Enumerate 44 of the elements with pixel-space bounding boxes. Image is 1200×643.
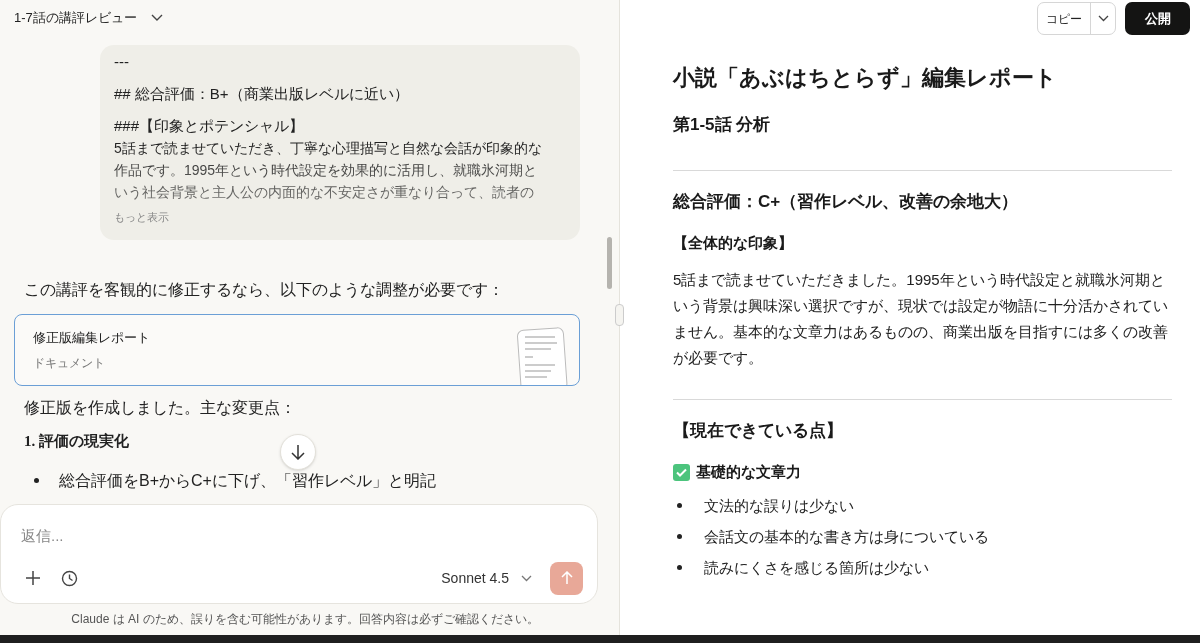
model-selector[interactable]: Sonnet 4.5 — [441, 567, 532, 589]
list-item: 文法的な誤りは少ない — [704, 495, 854, 516]
disclaimer-text: Claude は AI のため、誤りを含む可能性があります。回答内容は必ずご確認ください。 — [71, 611, 539, 628]
item-heading: 基礎的な文章力 — [696, 462, 801, 482]
publish-button[interactable]: 公開 — [1125, 2, 1190, 35]
bullet-icon — [34, 478, 39, 483]
bullet-icon — [677, 565, 682, 570]
message-text: ###【印象とポテンシャル】 — [114, 116, 306, 136]
check-icon — [673, 463, 690, 481]
artifact-title: 修正版編集レポート — [33, 329, 150, 348]
assistant-text: この講評を客観的に修正するなら、以下のような調整が必要です： — [24, 280, 505, 300]
artifact-card[interactable]: 修正版編集レポート ドキュメント — [14, 314, 580, 386]
document-title: 小説「あぶはちとらず」編集レポート — [673, 64, 1058, 92]
section-heading: 総合評価：C+（習作レベル、改善の余地大） — [673, 190, 1020, 213]
chevron-down-icon — [1097, 15, 1109, 22]
conversation-title[interactable]: 1-7話の講評レビュー — [14, 8, 163, 28]
copy-button[interactable]: コピー — [1038, 3, 1091, 34]
chevron-down-icon — [521, 574, 532, 582]
paragraph: 5話まで読ませていただきました。1995年という時代設定と就職氷河期という背景は興味深い選択ですが、現状では設定が物語に十分活かされていません。基本的な文章力はあるものの、商業出版を目指すには多くの改善が必要です。 — [673, 269, 1169, 368]
bullet-icon — [677, 534, 682, 539]
reply-input[interactable]: 返信... — [21, 525, 577, 548]
arrow-up-icon — [560, 571, 573, 585]
section-heading: 第1-5話 分析 — [673, 114, 772, 136]
message-text: 作品です。1995年という時代設定を効果的に活用し、就職氷河期と — [114, 161, 538, 180]
message-text: 5話まで読ませていただき、丁寧な心理描写と自然な会話が印象的な — [114, 139, 542, 158]
subsection-heading: 【全体的な印象】 — [673, 233, 794, 253]
list-item: 読みにくさを感じる箇所は少ない — [704, 557, 929, 578]
scroll-down-button[interactable] — [280, 434, 316, 470]
artifact-type: ドキュメント — [33, 354, 105, 372]
scrollbar-thumb[interactable] — [607, 237, 612, 289]
clock-icon — [60, 569, 78, 587]
assistant-text: 修正版を作成しました。主な変更点： — [24, 398, 297, 418]
arrow-down-icon — [291, 444, 305, 460]
list-item: 会話文の基本的な書き方は身についている — [704, 526, 989, 547]
plus-icon — [25, 570, 41, 586]
bullet-icon — [677, 503, 682, 508]
chevron-down-icon — [150, 14, 163, 22]
message-text: いう社会背景と主人公の内面的な不安定さが重なり合って、読者の — [114, 183, 534, 202]
section-heading: 【現在できている点】 — [673, 419, 844, 442]
message-text: ## 総合評価：B+（商業出版レベルに近い） — [114, 84, 410, 104]
document-thumbnail-icon — [515, 327, 571, 385]
list-heading: 1. 評価の現実化 — [24, 432, 129, 451]
message-text: --- — [114, 52, 130, 72]
list-item: 総合評価をB+からC+に下げ、「習作レベル」と明記 — [59, 470, 436, 491]
